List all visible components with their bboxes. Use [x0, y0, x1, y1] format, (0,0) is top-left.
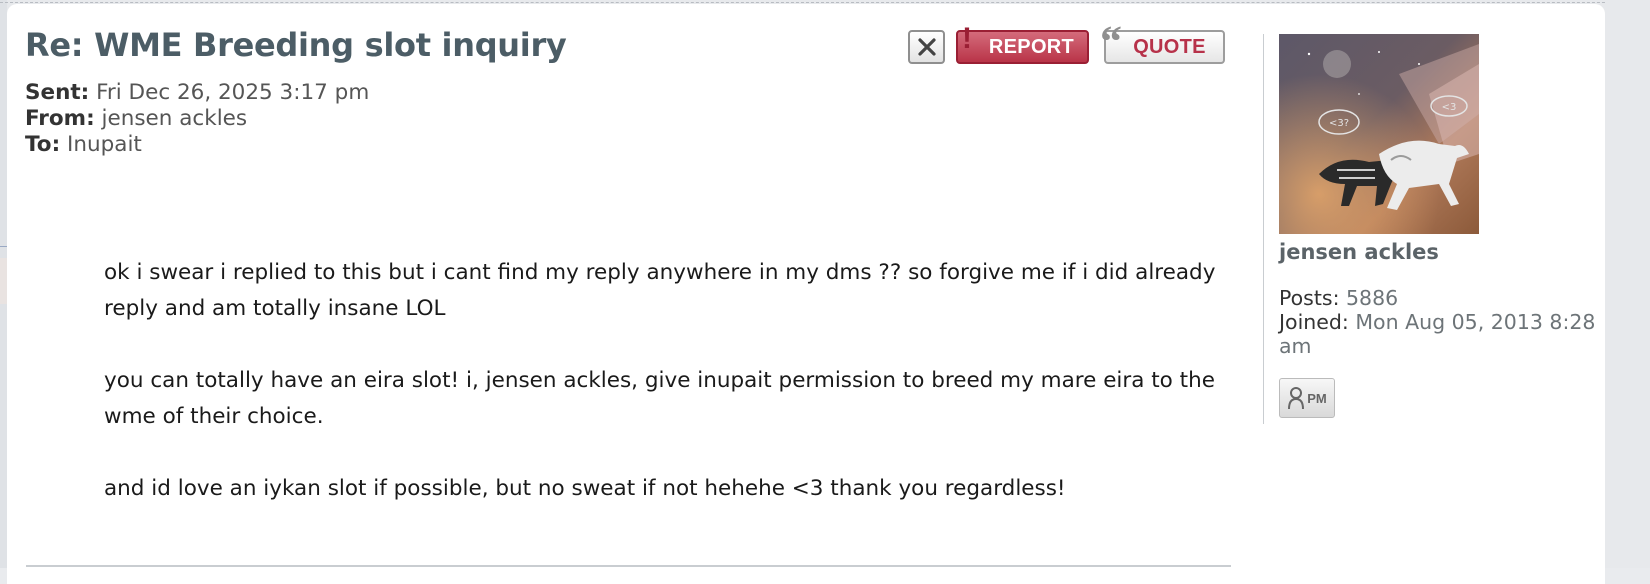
profile-details: Posts: 5886 Joined: Mon Aug 05, 2013 8:2…	[1279, 286, 1609, 358]
left-gutter-highlight	[0, 258, 7, 304]
from-row: From: jensen ackles	[25, 106, 369, 132]
body-paragraph: you can totally have an eira slot! i, je…	[104, 368, 1215, 429]
avatar-speech-right: <3	[1442, 102, 1457, 113]
message-title: Re: WME Breeding slot inquiry	[25, 26, 567, 64]
quote-mark-icon: “	[1100, 17, 1122, 66]
page: Re: WME Breeding slot inquiry Sent: Fri …	[0, 0, 1650, 584]
body-paragraph: and id love an iykan slot if possible, b…	[104, 476, 1066, 501]
pm-label: PM	[1307, 390, 1327, 406]
quote-label: QUOTE	[1133, 35, 1206, 58]
from-label: From:	[25, 106, 95, 131]
top-dashed-border	[0, 2, 1650, 3]
joined-label: Joined:	[1279, 310, 1349, 334]
close-icon	[917, 38, 936, 56]
pm-button[interactable]: PM	[1279, 378, 1335, 418]
posts-label: Posts:	[1279, 286, 1340, 310]
delete-button[interactable]	[908, 30, 945, 64]
quote-button[interactable]: QUOTE	[1104, 30, 1225, 64]
joined-row: Joined: Mon Aug 05, 2013 8:28 am	[1279, 310, 1609, 358]
exclamation-icon: !	[962, 22, 972, 55]
user-icon	[1288, 387, 1305, 410]
posts-value[interactable]: 5886	[1346, 286, 1398, 310]
report-button[interactable]: REPORT	[956, 30, 1089, 64]
sent-value: Fri Dec 26, 2025 3:17 pm	[96, 80, 370, 105]
right-gutter	[1605, 0, 1650, 568]
sent-row: Sent: Fri Dec 26, 2025 3:17 pm	[25, 80, 369, 106]
report-label: REPORT	[988, 35, 1075, 58]
message-meta: Sent: Fri Dec 26, 2025 3:17 pm From: jen…	[25, 80, 369, 158]
left-gutter-mark	[0, 246, 7, 247]
avatar-image: <3? <3	[1279, 34, 1479, 234]
message-body: ok i swear i replied to this but i cant …	[104, 255, 1224, 543]
body-paragraph: ok i swear i replied to this but i cant …	[104, 260, 1216, 321]
to-label: To:	[25, 132, 61, 157]
sent-label: Sent:	[25, 80, 90, 105]
message-bottom-divider	[26, 565, 1231, 567]
to-value[interactable]: Inupait	[67, 132, 142, 157]
avatar-speech-left: <3?	[1329, 118, 1349, 129]
avatar[interactable]: <3? <3	[1279, 34, 1479, 234]
from-value[interactable]: jensen ackles	[102, 106, 248, 131]
profile-username[interactable]: jensen ackles	[1279, 240, 1439, 264]
posts-row: Posts: 5886	[1279, 286, 1609, 310]
profile-divider	[1263, 34, 1264, 424]
to-row: To: Inupait	[25, 132, 369, 158]
